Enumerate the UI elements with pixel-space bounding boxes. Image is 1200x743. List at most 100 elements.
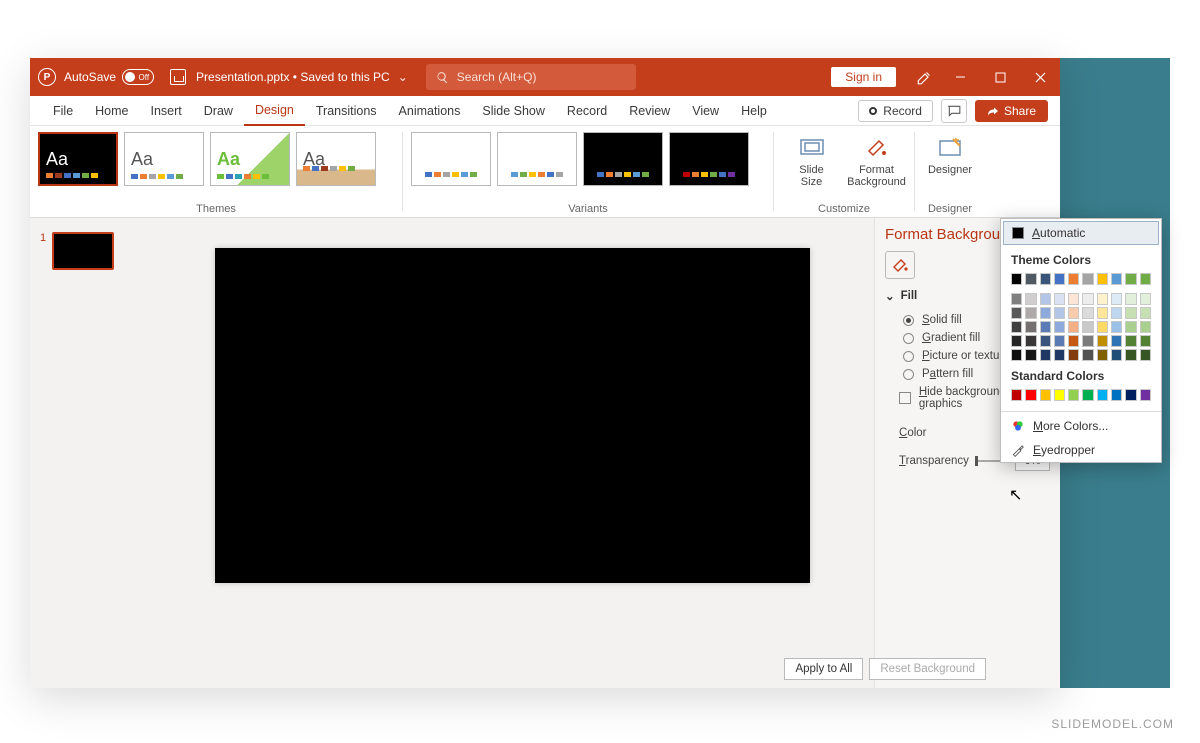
tab-record[interactable]: Record <box>556 96 618 126</box>
share-button[interactable]: Share <box>975 100 1048 122</box>
color-swatch[interactable] <box>1011 293 1022 305</box>
color-swatch[interactable] <box>1082 293 1093 305</box>
color-swatch[interactable] <box>1082 335 1093 347</box>
tint-row[interactable] <box>1011 335 1151 347</box>
chevron-down-icon[interactable]: ⌄ <box>398 70 408 84</box>
tab-slideshow[interactable]: Slide Show <box>471 96 556 126</box>
tint-row[interactable] <box>1011 321 1151 333</box>
color-swatch[interactable] <box>1025 335 1036 347</box>
color-swatch[interactable] <box>1011 389 1022 401</box>
tab-view[interactable]: View <box>681 96 730 126</box>
color-swatch[interactable] <box>1111 389 1122 401</box>
slide-size-button[interactable]: Slide Size <box>782 132 841 188</box>
color-swatch[interactable] <box>1140 389 1151 401</box>
maximize-button[interactable] <box>980 58 1020 96</box>
color-swatch[interactable] <box>1011 273 1022 285</box>
eyedropper-item[interactable]: Eyedropper <box>1001 438 1161 462</box>
reset-background-button[interactable]: Reset Background <box>869 658 986 680</box>
color-swatch[interactable] <box>1025 349 1036 361</box>
color-swatch[interactable] <box>1097 293 1108 305</box>
standard-color-row[interactable] <box>1011 389 1151 401</box>
theme-thumb-1[interactable]: Aa <box>38 132 118 186</box>
color-swatch[interactable] <box>1082 389 1093 401</box>
minimize-button[interactable] <box>940 58 980 96</box>
color-swatch[interactable] <box>1068 321 1079 333</box>
color-swatch[interactable] <box>1082 321 1093 333</box>
color-swatch[interactable] <box>1082 273 1093 285</box>
color-swatch[interactable] <box>1140 349 1151 361</box>
color-swatch[interactable] <box>1111 335 1122 347</box>
more-colors-item[interactable]: More Colors... <box>1001 414 1161 438</box>
color-swatch[interactable] <box>1125 389 1136 401</box>
variant-thumb-2[interactable] <box>497 132 577 186</box>
tab-review[interactable]: Review <box>618 96 681 126</box>
tint-row[interactable] <box>1011 349 1151 361</box>
color-swatch[interactable] <box>1125 307 1136 319</box>
color-swatch[interactable] <box>1054 307 1065 319</box>
color-swatch[interactable] <box>1125 273 1136 285</box>
color-swatch[interactable] <box>1068 293 1079 305</box>
color-swatch[interactable] <box>1111 307 1122 319</box>
color-swatch[interactable] <box>1068 335 1079 347</box>
color-swatch[interactable] <box>1125 349 1136 361</box>
theme-thumb-4[interactable]: Aa <box>296 132 376 186</box>
theme-thumb-3[interactable]: Aa <box>210 132 290 186</box>
color-swatch[interactable] <box>1011 321 1022 333</box>
color-swatch[interactable] <box>1054 349 1065 361</box>
tab-design[interactable]: Design <box>244 96 305 126</box>
color-swatch[interactable] <box>1040 335 1051 347</box>
apply-to-all-button[interactable]: Apply to All <box>784 658 863 680</box>
tint-row[interactable] <box>1011 293 1151 305</box>
tab-file[interactable]: File <box>42 96 84 126</box>
color-swatch[interactable] <box>1125 335 1136 347</box>
variant-thumb-1[interactable] <box>411 132 491 186</box>
color-swatch[interactable] <box>1068 307 1079 319</box>
color-swatch[interactable] <box>1054 293 1065 305</box>
color-swatch[interactable] <box>1054 273 1065 285</box>
color-swatch[interactable] <box>1082 307 1093 319</box>
color-swatch[interactable] <box>1097 349 1108 361</box>
color-swatch[interactable] <box>1011 335 1022 347</box>
signin-button[interactable]: Sign in <box>831 67 896 87</box>
designer-button[interactable]: Designer <box>923 132 977 176</box>
color-swatch[interactable] <box>1097 321 1108 333</box>
variant-thumb-3[interactable] <box>583 132 663 186</box>
color-swatch[interactable] <box>1125 293 1136 305</box>
filename[interactable]: Presentation.pptx • Saved to this PC <box>196 70 390 84</box>
color-swatch[interactable] <box>1025 293 1036 305</box>
color-swatch[interactable] <box>1140 293 1151 305</box>
tint-row[interactable] <box>1011 307 1151 319</box>
tab-insert[interactable]: Insert <box>140 96 193 126</box>
tab-help[interactable]: Help <box>730 96 778 126</box>
color-swatch[interactable] <box>1068 389 1079 401</box>
tab-transitions[interactable]: Transitions <box>305 96 388 126</box>
color-swatch[interactable] <box>1068 273 1079 285</box>
color-swatch[interactable] <box>1040 307 1051 319</box>
color-swatch[interactable] <box>1054 335 1065 347</box>
color-swatch[interactable] <box>1025 389 1036 401</box>
color-swatch[interactable] <box>1011 349 1022 361</box>
color-swatch[interactable] <box>1025 307 1036 319</box>
color-swatch[interactable] <box>1140 321 1151 333</box>
color-swatch[interactable] <box>1040 273 1051 285</box>
color-swatch[interactable] <box>1140 273 1151 285</box>
save-icon[interactable] <box>170 69 186 85</box>
color-swatch[interactable] <box>1140 307 1151 319</box>
autosave-toggle[interactable]: AutoSave Off <box>64 69 154 85</box>
color-swatch[interactable] <box>1054 389 1065 401</box>
search-input[interactable]: Search (Alt+Q) <box>426 64 636 90</box>
color-swatch[interactable] <box>1040 321 1051 333</box>
toggle-switch[interactable]: Off <box>122 69 154 85</box>
slide-thumbnail-1[interactable] <box>52 232 114 270</box>
comments-button[interactable] <box>941 99 967 123</box>
color-swatch[interactable] <box>1025 321 1036 333</box>
close-button[interactable] <box>1020 58 1060 96</box>
draw-mode-icon[interactable] <box>910 58 940 96</box>
variant-thumb-4[interactable] <box>669 132 749 186</box>
tab-animations[interactable]: Animations <box>388 96 472 126</box>
color-swatch[interactable] <box>1097 389 1108 401</box>
color-swatch[interactable] <box>1140 335 1151 347</box>
color-swatch[interactable] <box>1097 273 1108 285</box>
theme-color-row[interactable] <box>1011 273 1151 285</box>
color-swatch[interactable] <box>1111 321 1122 333</box>
